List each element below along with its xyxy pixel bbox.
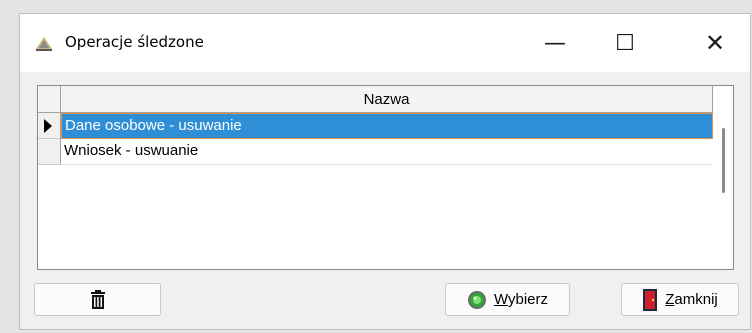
close-button-label: Zamknij	[665, 291, 718, 308]
table-row[interactable]: Dane osobowe - usuwanie	[38, 113, 713, 139]
header-corner	[38, 86, 61, 113]
operations-grid[interactable]: Nazwa Dane osobowe - usuwanie Wniosek - …	[37, 85, 734, 270]
close-icon: ✕	[704, 29, 726, 57]
minimize-button[interactable]: —	[520, 14, 590, 72]
close-window-button[interactable]: ✕	[680, 14, 750, 72]
dialog-window: Operacje śledzone — ☐ ✕ Nazwa Dane osobo…	[19, 13, 751, 330]
row-name-cell[interactable]: Dane osobowe - usuwanie	[61, 113, 713, 139]
app-logo-icon	[36, 37, 52, 51]
maximize-button[interactable]: ☐	[590, 14, 660, 72]
grid-header: Nazwa	[38, 86, 733, 113]
close-button[interactable]: Zamknij	[621, 283, 739, 316]
green-light-icon	[467, 290, 486, 309]
minimize-icon: —	[544, 30, 566, 56]
window-title: Operacje śledzone	[65, 33, 204, 51]
maximize-icon: ☐	[615, 30, 635, 56]
select-button[interactable]: Wybierz	[445, 283, 570, 316]
select-button-label: Wybierz	[493, 291, 549, 308]
title-bar[interactable]: Operacje śledzone — ☐ ✕	[20, 14, 750, 72]
scrollbar-thumb[interactable]	[722, 128, 725, 193]
current-row-arrow-icon	[44, 119, 52, 133]
delete-button[interactable]	[34, 283, 161, 316]
column-header-nazwa[interactable]: Nazwa	[61, 86, 713, 113]
table-row[interactable]: Wniosek - uswuanie	[38, 139, 713, 165]
row-indicator[interactable]	[38, 113, 61, 139]
door-exit-icon	[643, 288, 658, 311]
row-name-cell[interactable]: Wniosek - uswuanie	[61, 139, 713, 165]
row-indicator[interactable]	[38, 139, 61, 165]
vertical-scrollbar[interactable]	[713, 113, 733, 269]
trash-icon	[90, 289, 105, 309]
